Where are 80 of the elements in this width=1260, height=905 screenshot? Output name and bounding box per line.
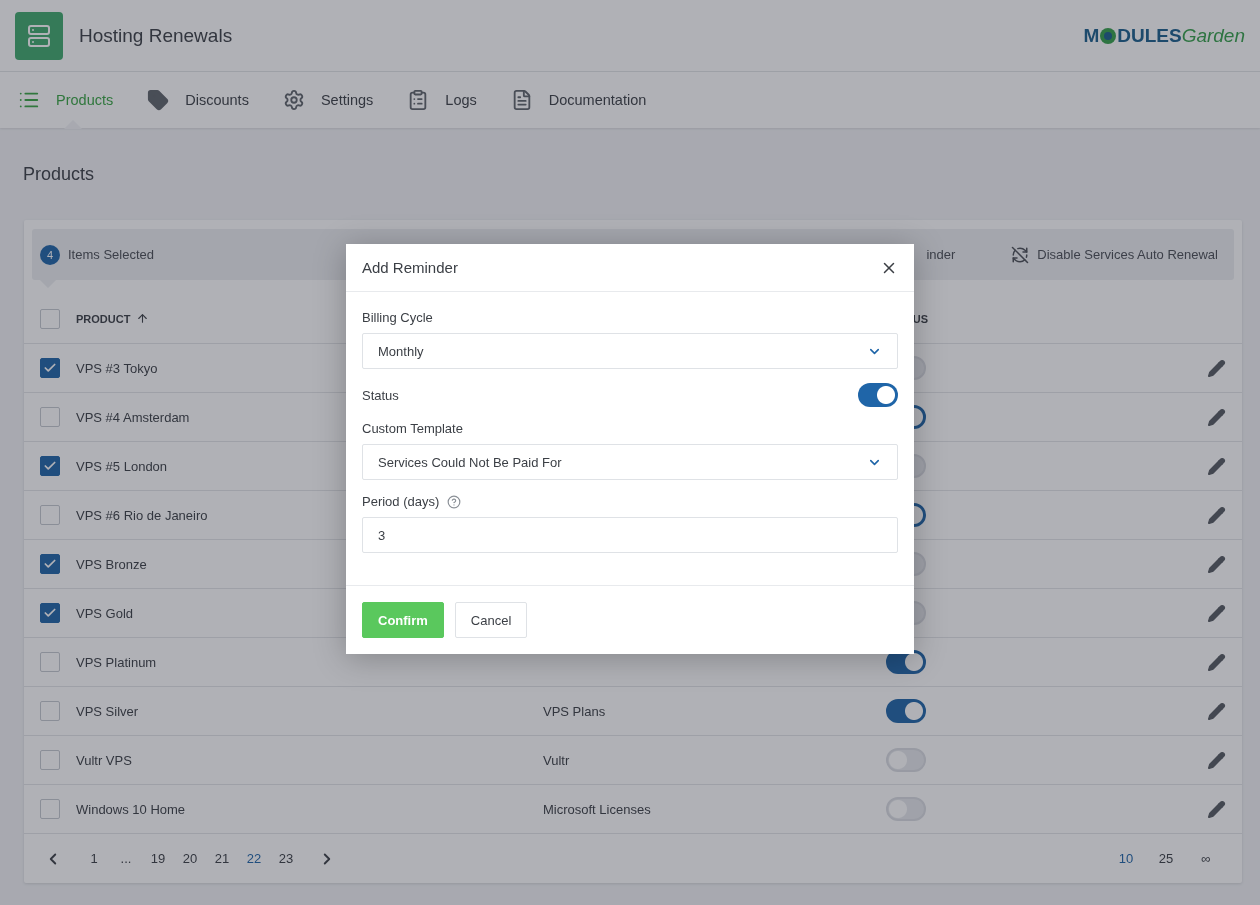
row-checkbox[interactable] [40,799,60,819]
help-icon[interactable] [447,494,462,509]
toolbar-action[interactable]: inder [926,247,956,262]
edit-icon[interactable] [1207,358,1226,378]
table-cell: VPS Platinum [76,655,157,670]
table-cell: Vultr VPS [76,753,132,768]
per-page-option[interactable]: 10 [1110,851,1142,866]
dialog-title: Add Reminder [362,259,458,276]
nav-tab[interactable]: Documentation [510,72,647,128]
table-cell: VPS Bronze [76,557,147,572]
page-title: Products [23,164,96,186]
row-checkbox[interactable] [40,358,60,378]
table-cell: VPS Gold [76,606,134,621]
logo-text: M [1083,24,1100,47]
settings-icon [282,89,305,111]
app-logo-icon [15,11,63,60]
table-cell: Microsoft Licenses [543,802,651,817]
check-icon [43,459,57,473]
table-cell: VPS Silver [76,704,139,719]
edit-icon[interactable] [1207,799,1226,819]
field-label: Custom Template [362,421,464,436]
row-checkbox[interactable] [40,750,60,770]
field-label: Status [362,387,399,403]
nav-tab[interactable]: Discounts [147,72,249,128]
page-link[interactable]: ... [110,851,142,866]
select-all-checkbox[interactable] [40,308,60,329]
column-header[interactable]: PRODUCT [76,312,150,325]
check-icon [43,557,57,571]
input-field[interactable]: 3 [362,517,898,553]
row-checkbox[interactable] [40,407,60,427]
tag-icon [147,89,170,111]
edit-icon[interactable] [1207,456,1226,476]
page-link[interactable]: 19 [142,851,174,866]
toolbar-action[interactable]: Disable Services Auto Renewal [1011,245,1218,264]
field-label: Period (days) [362,494,440,509]
edit-icon[interactable] [1207,554,1226,574]
row-checkbox[interactable] [40,554,60,574]
edit-icon[interactable] [1207,603,1226,623]
select-field[interactable]: Monthly [362,333,898,369]
nav-tab[interactable]: Settings [282,72,374,128]
check-icon [43,361,57,375]
page-link[interactable]: 22 [238,851,270,866]
page-link[interactable]: 23 [270,851,302,866]
edit-icon[interactable] [1207,407,1226,427]
row-checkbox[interactable] [40,505,60,525]
table-cell: Windows 10 Home [76,802,186,817]
globe-icon [1099,26,1118,45]
edit-icon[interactable] [1207,750,1226,770]
sort-arrow-icon [136,312,150,325]
logo-text: Garden [1181,24,1245,47]
table-cell: VPS #6 Rio de Janeiro [76,508,208,523]
page-link[interactable]: 1 [78,851,110,866]
row-checkbox[interactable] [40,652,60,672]
check-icon [43,606,57,620]
edit-icon[interactable] [1207,652,1226,672]
per-page-option[interactable]: 25 [1150,851,1182,866]
select-field[interactable]: Services Could Not Be Paid For [362,444,898,480]
row-checkbox[interactable] [40,456,60,476]
table-cell: VPS #4 Amsterdam [76,410,190,425]
edit-icon[interactable] [1207,505,1226,525]
table-cell: Vultr [543,753,570,768]
selection-label: Items Selected [68,247,154,262]
row-checkbox[interactable] [40,603,60,623]
nav-tab[interactable]: Logs [407,72,477,128]
page-link[interactable]: 21 [206,851,238,866]
app-title: Hosting Renewals [79,24,233,47]
per-page-option[interactable]: ∞ [1190,851,1222,866]
row-checkbox[interactable] [40,701,60,721]
page-link[interactable]: 20 [174,851,206,866]
sync-off-icon [1011,245,1030,264]
table-cell: VPS Plans [543,704,606,719]
status-toggle[interactable] [886,699,926,723]
logo-text: DULES [1117,24,1182,47]
cancel-button[interactable]: Cancel [454,602,528,638]
count-badge: 4 [40,244,60,265]
table-cell: VPS #3 Tokyo [76,361,158,376]
field-label: Billing Cycle [362,310,434,325]
table-cell: VPS #5 London [76,459,168,474]
status-switch[interactable] [858,383,898,407]
edit-icon[interactable] [1207,701,1226,721]
